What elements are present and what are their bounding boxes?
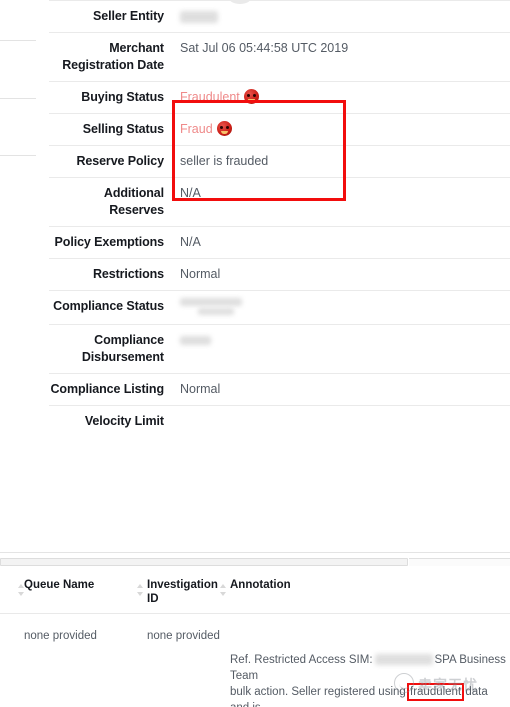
detail-row-reserve-policy: Reserve Policy seller is frauded bbox=[49, 145, 510, 177]
detail-value bbox=[172, 413, 510, 430]
detail-value bbox=[172, 298, 510, 317]
horizontal-scrollbar[interactable] bbox=[0, 552, 510, 568]
column-header-investigation-id[interactable]: Investigation ID bbox=[147, 568, 230, 613]
annotation-text: Ref. Restricted Access SIM: bbox=[230, 654, 373, 666]
detail-row-policy-exemptions: Policy Exemptions N/A bbox=[49, 226, 510, 258]
detail-value: Fraudulent bbox=[172, 89, 510, 106]
detail-value: Normal bbox=[180, 382, 221, 396]
sort-arrows-icon[interactable] bbox=[18, 584, 24, 596]
redacted-value bbox=[180, 11, 218, 24]
buying-status-text: Fraudulent bbox=[180, 90, 240, 104]
detail-label: Reserve Policy bbox=[76, 154, 164, 168]
detail-row-seller-entity: Seller Entity bbox=[49, 0, 510, 32]
sort-arrows-icon[interactable] bbox=[137, 584, 143, 596]
angry-red-face-icon bbox=[243, 89, 259, 104]
detail-row-merchant-registration-date: Merchant Registration Date Sat Jul 06 05… bbox=[49, 32, 510, 81]
detail-row-compliance-status: Compliance Status bbox=[49, 290, 510, 324]
scrollbar-thumb[interactable] bbox=[0, 558, 408, 566]
cell-investigation-id: none provided bbox=[147, 630, 220, 642]
highlight-fraudulent: fraudulent bbox=[406, 683, 465, 701]
column-header-annotation[interactable]: Annotation bbox=[230, 568, 510, 613]
annotation-text: bulk action. Seller registered using bbox=[230, 686, 406, 698]
detail-value bbox=[172, 8, 510, 25]
detail-label: Additional Reserves bbox=[103, 186, 164, 217]
details-page: Seller Entity Merchant Registration Date… bbox=[0, 0, 510, 707]
cell-annotation: Ref. Restricted Access SIM: SPA Business … bbox=[230, 614, 510, 707]
angry-red-face-icon bbox=[216, 121, 232, 136]
column-header-queue-name[interactable]: Queue Name bbox=[0, 568, 147, 613]
detail-label: Selling Status bbox=[82, 122, 164, 136]
detail-row-additional-reserves: Additional Reserves N/A bbox=[49, 177, 510, 226]
detail-value: N/A bbox=[180, 235, 201, 249]
column-header-label: Investigation ID bbox=[147, 579, 218, 605]
column-header-label: Annotation bbox=[230, 579, 291, 591]
detail-label: Velocity Limit bbox=[84, 414, 164, 428]
redacted-value bbox=[180, 336, 211, 346]
scrollbar-track-remainder[interactable] bbox=[409, 558, 510, 566]
annotation-line-2: bulk action. Seller registered using fra… bbox=[230, 683, 506, 707]
detail-row-compliance-disbursement: Compliance Disbursement bbox=[49, 324, 510, 373]
detail-value: Normal bbox=[180, 267, 221, 281]
cell-queue-name: none provided bbox=[24, 630, 97, 642]
detail-row-selling-status: Selling Status Fraud bbox=[49, 113, 510, 145]
seller-details-list: Seller Entity Merchant Registration Date… bbox=[49, 0, 510, 551]
detail-label: Restrictions bbox=[92, 267, 164, 281]
annotation-line-1: Ref. Restricted Access SIM: SPA Business … bbox=[230, 652, 506, 684]
detail-row-buying-status: Buying Status Fraudulent bbox=[49, 81, 510, 113]
detail-value: seller is frauded bbox=[180, 154, 269, 168]
detail-row-compliance-listing: Compliance Listing Normal bbox=[49, 373, 510, 405]
detail-value: N/A bbox=[180, 186, 201, 200]
detail-row-velocity-limit: Velocity Limit bbox=[49, 405, 510, 437]
detail-label: Policy Exemptions bbox=[54, 235, 165, 249]
detail-label: Seller Entity bbox=[93, 9, 164, 23]
selling-status-text: Fraud bbox=[180, 122, 213, 136]
column-header-label: Queue Name bbox=[24, 579, 95, 591]
redacted-sim-id bbox=[374, 654, 433, 665]
detail-value: Sat Jul 06 05:44:58 UTC 2019 bbox=[180, 41, 349, 55]
sort-arrows-icon[interactable] bbox=[220, 584, 226, 596]
detail-value bbox=[172, 332, 510, 349]
detail-label: Compliance Listing bbox=[50, 382, 165, 396]
redacted-value bbox=[180, 298, 510, 315]
queue-table: Queue Name Investigation ID Annotation n… bbox=[0, 568, 510, 707]
detail-row-restrictions: Restrictions Normal bbox=[49, 258, 510, 290]
detail-label: Compliance Disbursement bbox=[81, 333, 164, 364]
detail-label: Buying Status bbox=[81, 90, 164, 104]
queue-table-header: Queue Name Investigation ID Annotation bbox=[0, 568, 510, 614]
detail-value: Fraud bbox=[172, 121, 510, 138]
detail-label: Merchant Registration Date bbox=[62, 41, 164, 72]
detail-label: Compliance Status bbox=[53, 299, 164, 313]
queue-table-row: none provided none provided Ref. Restric… bbox=[0, 614, 510, 707]
